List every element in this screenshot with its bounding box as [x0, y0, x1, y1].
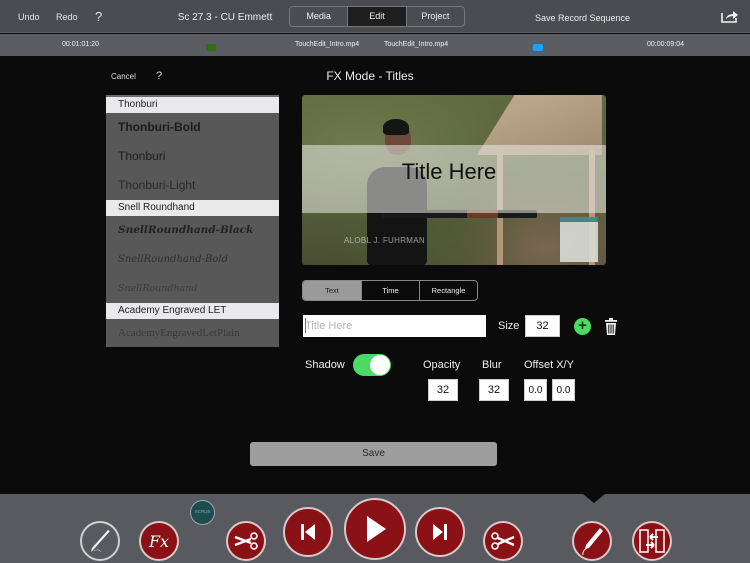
font-item[interactable]: AcademyEngravedLetPlain — [106, 319, 279, 347]
tab-project[interactable]: Project — [405, 7, 464, 26]
font-group-header: Academy Engraved LET — [106, 303, 279, 319]
fx-help-button[interactable]: ? — [156, 70, 162, 82]
save-button[interactable]: Save — [250, 442, 497, 466]
font-group-header: Thonburi — [106, 97, 279, 113]
offset-x-field[interactable]: 0.0 — [524, 379, 547, 401]
shadow-label: Shadow — [305, 359, 345, 371]
play-icon — [367, 516, 386, 542]
tab-time[interactable]: Time — [361, 281, 419, 300]
opacity-field[interactable]: 32 — [428, 379, 458, 401]
split-button[interactable] — [226, 521, 266, 561]
scissors-icon — [234, 532, 258, 550]
font-item[interactable]: Thonburi-Bold — [106, 113, 279, 142]
preview-credit-text: ALOBL J. FUHRMAN — [344, 236, 425, 245]
active-tool-pointer — [583, 494, 605, 503]
cut-button[interactable] — [483, 521, 523, 561]
title-text-input[interactable] — [303, 315, 486, 337]
font-group-header: Snell Roundhand — [106, 200, 279, 216]
right-clip-name: TouchEdit_Intro.mp4 — [384, 41, 449, 48]
tab-rectangle[interactable]: Rectangle — [419, 281, 477, 300]
trash-icon[interactable] — [604, 318, 618, 335]
plus-icon: + — [578, 317, 587, 334]
blur-label: Blur — [482, 359, 502, 371]
previous-button[interactable] — [283, 507, 333, 557]
play-button[interactable] — [344, 498, 406, 560]
offset-label: Offset X/Y — [524, 359, 574, 371]
next-button[interactable] — [415, 507, 465, 557]
scissors-icon — [491, 532, 515, 550]
opacity-label: Opacity — [423, 359, 461, 371]
font-item[interactable]: Thonburi-Light — [106, 171, 279, 200]
redo-button[interactable]: Redo — [56, 12, 78, 22]
font-item[interactable]: SnellRoundhand-Bold — [106, 245, 279, 274]
pen-icon — [91, 530, 110, 553]
add-title-button[interactable]: + — [574, 318, 591, 335]
calligraphy-pen-icon — [582, 528, 603, 556]
top-bar: Undo Redo ? Sc 27.3 - CU Emmett Media Ed… — [0, 0, 750, 33]
font-item[interactable]: SnellRoundhand — [106, 274, 279, 303]
titles-tool-button[interactable] — [572, 521, 612, 561]
video-preview[interactable]: Title Here ALOBL J. FUHRMAN — [302, 95, 606, 265]
size-field[interactable]: 32 — [525, 315, 560, 337]
mode-segmented-control: Media Edit Project — [289, 6, 465, 27]
scene-title: Sc 27.3 - CU Emmett — [177, 12, 273, 23]
undo-button[interactable]: Undo — [18, 12, 40, 22]
right-marker[interactable] — [533, 44, 543, 51]
toggle-knob — [370, 355, 390, 375]
fx-tabs: Text Time Rectangle — [302, 280, 478, 301]
share-icon[interactable] — [721, 9, 739, 23]
left-clip-name: TouchEdit_Intro.mp4 — [295, 41, 360, 48]
font-picker[interactable]: Thonburi Thonburi-Bold Thonburi Thonburi… — [106, 95, 279, 347]
skip-forward-icon — [433, 524, 447, 540]
left-timecode: 00:01:01:20 — [62, 41, 99, 48]
fx-icon: Fx — [148, 531, 170, 551]
right-timecode: 00:00:09:04 — [647, 41, 684, 48]
film-swap-icon — [639, 529, 665, 553]
offset-y-field[interactable]: 0.0 — [552, 379, 575, 401]
blur-field[interactable]: 32 — [479, 379, 509, 401]
help-button[interactable]: ? — [95, 9, 102, 24]
font-item[interactable]: Thonburi — [106, 142, 279, 171]
scrub-button[interactable]: SCRUB — [190, 500, 215, 525]
swap-clips-button[interactable] — [632, 521, 672, 561]
tab-text[interactable]: Text — [303, 281, 361, 300]
save-record-sequence-button[interactable]: Save Record Sequence — [510, 13, 655, 23]
size-label: Size — [498, 320, 520, 332]
timeline-strip: 00:01:01:20 TouchEdit_Intro.mp4 TouchEdi… — [0, 34, 750, 56]
pen-tool-button[interactable] — [80, 521, 120, 561]
text-caret — [305, 318, 306, 333]
skip-back-icon — [301, 524, 315, 540]
container-shape — [560, 217, 598, 262]
tab-edit[interactable]: Edit — [347, 7, 406, 26]
shadow-toggle[interactable] — [353, 354, 391, 376]
left-marker[interactable] — [206, 44, 216, 51]
fx-button[interactable]: Fx — [139, 521, 179, 561]
tab-media[interactable]: Media — [290, 7, 348, 26]
fx-mode-title: FX Mode - Titles — [326, 69, 414, 83]
cancel-button[interactable]: Cancel — [111, 72, 136, 81]
font-item[interactable]: SnellRoundhand-Black — [106, 216, 279, 245]
preview-title-text[interactable]: Title Here — [302, 159, 596, 185]
